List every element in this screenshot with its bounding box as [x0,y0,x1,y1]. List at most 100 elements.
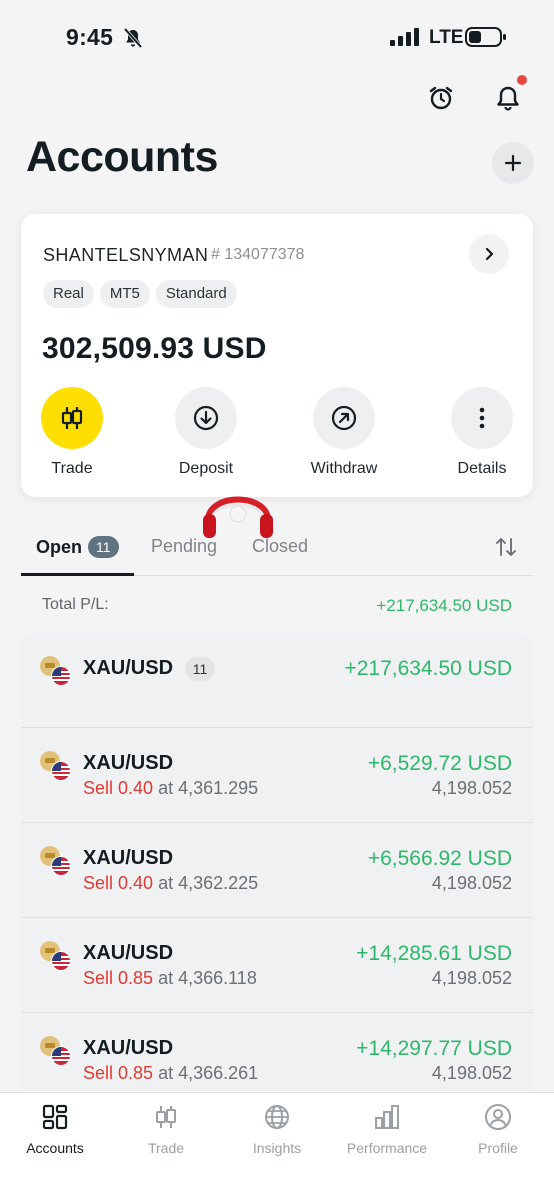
gold-usd-icon [40,656,71,686]
candles-icon [61,407,83,429]
open-count-badge: 11 [88,536,119,558]
tag-real: Real [43,280,94,308]
withdraw-icon [331,405,357,431]
status-time: 9:45 [66,24,114,50]
position-row[interactable]: XAU/USD +14,285.61 USD Sell 0.85 at 4,366.… [21,918,533,1013]
headphones-icon [203,496,273,538]
tab-open[interactable]: Open 11 [36,536,119,558]
trade-action-circle[interactable] [41,387,103,449]
nav-performance[interactable]: Performance [332,1103,442,1156]
position-current-price: 4,198.052 [431,1063,512,1083]
tag-platform: MT5 [99,280,150,308]
position-row[interactable]: XAU/USD +6,529.72 USD Sell 0.40 at 4,361.2… [21,728,533,823]
position-pl: +217,634.50 USD [344,657,512,680]
account-open-button[interactable] [469,234,509,274]
details-action[interactable]: Details [432,387,532,478]
chevron-right-icon [485,247,494,261]
deposit-action-label: Deposit [178,460,234,477]
nav-insights[interactable]: Insights [222,1103,332,1156]
position-open-price: at 4,366.118 [158,968,257,988]
position-symbol: XAU/USD [83,942,174,964]
position-order: Sell 0.40 at 4,361.295 [83,778,258,799]
position-order: Sell 0.85 at 4,366.261 [83,1063,258,1084]
page-title: Accounts [26,133,218,181]
sort-icon[interactable] [493,534,519,560]
position-current-price: 4,198.052 [431,968,512,988]
trade-icon [156,1106,176,1128]
position-row[interactable]: XAU/USD +6,566.92 USD Sell 0.40 at 4,362.2… [21,823,533,918]
trade-action-label: Trade [51,460,93,477]
bar-chart-icon [375,1105,399,1129]
position-open-price: at 4,361.295 [158,778,259,798]
gold-usd-icon [40,751,71,781]
tab-pending[interactable]: Pending [151,536,217,557]
position-side: Sell 0.40 [83,778,154,798]
alarm-icon [429,86,453,110]
position-order: Sell 0.85 at 4,366.118 [83,968,257,989]
position-side: Sell 0.85 [83,968,154,988]
position-group-row[interactable]: XAU/USD 11 +217,634.50 USD [21,633,533,728]
tab-closed[interactable]: Closed [252,536,308,557]
position-current-price: 4,198.052 [431,778,512,798]
position-symbol: XAU/USD [83,752,174,774]
position-symbol: XAU/USD [83,1037,174,1059]
nav-profile[interactable]: Profile [443,1103,553,1156]
notification-dot [517,75,527,85]
position-pl: +6,566.92 USD [367,847,512,870]
account-card[interactable]: SHANTELSNYMAN # 134077378 Real MT5 Stand… [21,214,533,497]
tab-active-indicator [21,573,134,576]
position-symbol: XAU/USD [83,657,174,679]
bell-icon [497,86,519,111]
signal-icon [390,28,419,46]
total-pl-row: Total P/L: +217,634.50 USD [42,596,512,615]
deposit-icon [193,405,219,431]
add-account-button[interactable] [492,142,534,184]
nav-accounts-label: Accounts [26,1140,84,1156]
position-current-price: 4,198.052 [431,873,512,893]
alarm-button[interactable] [421,78,461,118]
account-number: # 134077378 [211,246,305,263]
total-pl-label: Total P/L: [42,596,109,613]
withdraw-action[interactable]: Withdraw [294,387,394,478]
position-symbol: XAU/USD [83,847,174,869]
nav-accounts[interactable]: Accounts [0,1103,110,1156]
plus-icon [504,154,522,172]
battery-icon [465,27,506,47]
bell-off-icon [123,27,143,49]
nav-trade-label: Trade [147,1140,185,1156]
deposit-action-circle[interactable] [175,387,237,449]
gold-usd-icon [40,941,71,971]
position-side: Sell 0.40 [83,873,154,893]
nav-insights-label: Insights [252,1140,302,1156]
more-icon [479,407,485,429]
deposit-action[interactable]: Deposit [156,387,256,478]
nav-performance-label: Performance [346,1140,428,1156]
details-action-circle[interactable] [451,387,513,449]
tag-type: Standard [155,280,237,308]
nav-profile-label: Profile [478,1140,518,1156]
accounts-icon [42,1104,68,1130]
nav-trade[interactable]: Trade [111,1103,221,1156]
gold-usd-icon [40,1036,71,1066]
bottom-nav: Accounts Trade Insights Performance Prof… [0,1092,554,1200]
network-label: LTE [429,27,464,48]
withdraw-action-label: Withdraw [310,460,378,477]
positions-tabs: Open 11 Pending Closed [21,532,533,576]
globe-icon [265,1105,289,1129]
account-name: SHANTELSNYMAN [43,245,209,265]
position-order: Sell 0.40 at 4,362.225 [83,873,258,894]
total-pl-value: +217,634.50 USD [376,596,512,615]
position-open-price: at 4,362.225 [158,873,259,893]
position-side: Sell 0.85 [83,1063,154,1083]
positions-list: XAU/USD 11 +217,634.50 USD XAU/USD +6,529… [21,633,533,1108]
withdraw-action-circle[interactable] [313,387,375,449]
trade-action[interactable]: Trade [22,387,122,478]
position-open-price: at 4,366.261 [158,1063,259,1083]
position-pl: +6,529.72 USD [367,752,512,775]
status-bar: 9:45 LTE [0,0,554,76]
gold-usd-icon [40,846,71,876]
position-count-badge: 11 [185,657,215,681]
position-pl: +14,285.61 USD [356,942,512,965]
details-action-label: Details [457,460,507,477]
position-pl: +14,297.77 USD [356,1037,512,1060]
